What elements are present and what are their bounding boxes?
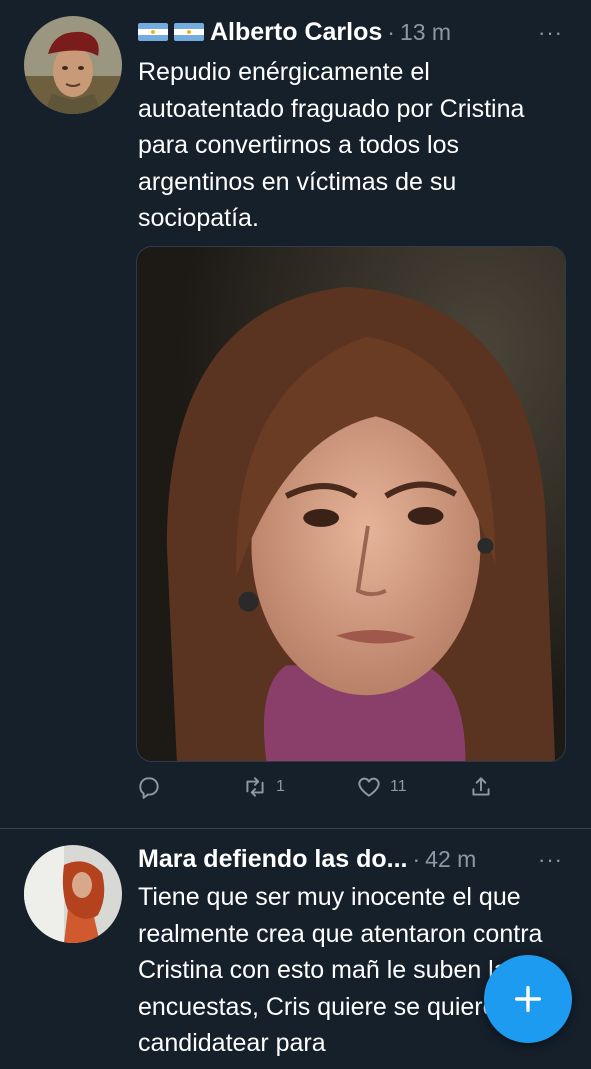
separator: · (387, 18, 395, 45)
timestamp[interactable]: 13 m (400, 19, 451, 46)
tweet-actions: 1 11 (136, 774, 566, 810)
photo-portrait (137, 247, 565, 761)
argentina-flag-icon (138, 23, 168, 41)
avatar-image (24, 16, 122, 114)
tweet-header: Mara defiendo las do... · 42 m ··· (138, 841, 591, 877)
reply-button[interactable] (136, 774, 170, 800)
more-options-icon[interactable]: ··· (538, 20, 563, 46)
like-count: 11 (390, 778, 407, 795)
tweet-text: Repudio enérgicamente el autoatentado fr… (138, 58, 525, 232)
reply-icon (139, 777, 159, 799)
retweet-button[interactable]: 1 (242, 774, 285, 800)
retweet-icon (246, 777, 264, 797)
argentina-flag-icon (174, 23, 204, 41)
retweet-count: 1 (276, 778, 285, 795)
separator: · (412, 845, 421, 872)
compose-tweet-button[interactable] (484, 955, 572, 1043)
share-button[interactable] (468, 774, 494, 800)
display-name[interactable]: Mara defiendo las do... (138, 845, 408, 874)
more-options-icon[interactable]: ··· (538, 847, 563, 873)
plus-icon (514, 985, 542, 1013)
tweet-media-image[interactable] (136, 246, 566, 762)
heart-icon (358, 777, 380, 797)
share-icon (472, 777, 490, 796)
timestamp[interactable]: 42 m (425, 846, 476, 873)
tweet-alberto-carlos[interactable]: Alberto Carlos · 13 m ··· Repudio enérgi… (0, 0, 591, 828)
avatar[interactable] (24, 845, 122, 943)
tweet-header: Alberto Carlos · 13 m ··· (138, 14, 591, 50)
like-button[interactable]: 11 (356, 774, 407, 800)
avatar[interactable] (24, 16, 122, 114)
display-name[interactable]: Alberto Carlos (210, 18, 382, 47)
avatar-image (24, 845, 122, 943)
